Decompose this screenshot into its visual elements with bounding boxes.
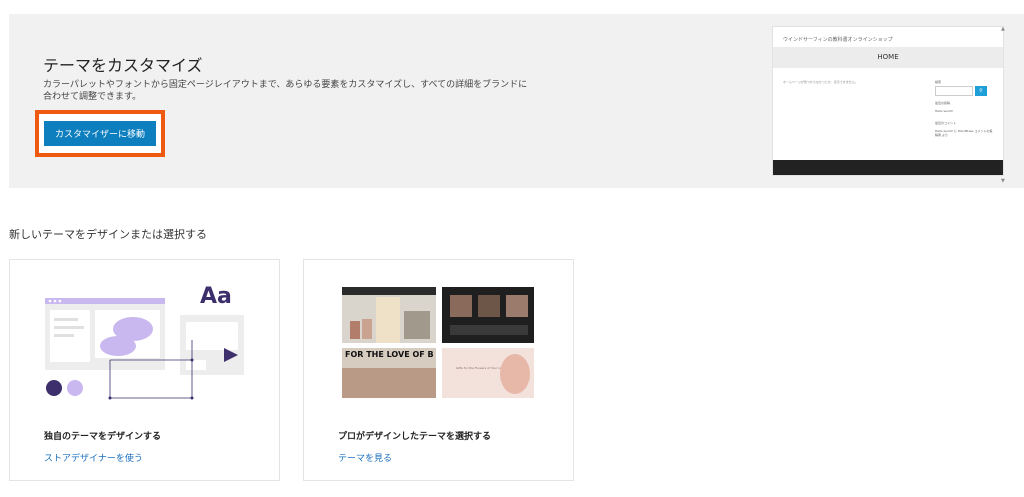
preview-site-title: ウインドサーフィンの教科書オンラインショップ (783, 37, 893, 43)
theme-thumbnail-1[interactable] (342, 287, 436, 343)
preview-footer (773, 160, 1003, 175)
thumbnail-3-heading: FOR THE LOVE OF B (345, 350, 434, 359)
page-title: テーマをカスタマイズ (43, 56, 203, 75)
theme-thumbnail-4[interactable]: Gifts for the Flowers of Your Life (442, 348, 534, 398)
preview-sidebar-comments: 最近のコメント (935, 121, 957, 125)
browser-bar (45, 298, 165, 304)
theme-preview[interactable]: ウインドサーフィンの教科書オンラインショップ HOME ホームページが見つからな… (772, 26, 1004, 176)
design-own-theme-card[interactable]: Aa 独自のテーマをデザインする ストアデザイナーを使う (9, 259, 280, 481)
card-title: 独自のテーマをデザインする (44, 432, 162, 442)
preview-sidebar-comment-item: Hello world! に WordPress コメントの投稿者 より (935, 129, 993, 137)
preview-menu-home: HOME (877, 53, 899, 61)
use-store-designer-link[interactable]: ストアデザイナーを使う (44, 451, 143, 464)
customize-description: カラーパレットやフォントから固定ページレイアウトまで、あらゆる要素をカスタマイズ… (43, 80, 528, 102)
scroll-up-icon[interactable]: ▲ (1001, 26, 1005, 32)
view-themes-link[interactable]: テーマを見る (338, 451, 392, 464)
preview-menu: HOME (773, 47, 1003, 68)
preview-sidebar-recent-item: Hello world! (935, 109, 954, 113)
scroll-down-icon[interactable]: ▼ (1001, 178, 1005, 184)
typography-aa-icon: Aa (200, 284, 232, 309)
go-to-customizer-button[interactable]: カスタマイザーに移動 (44, 121, 156, 146)
preview-content: ホームページが見つからなかったか、表示できません。 検索 ⚲ 最近の投稿 Hel… (773, 68, 1003, 160)
preview-scrollbar[interactable]: ▲ ▼ (1001, 26, 1007, 186)
preview-search-input (935, 86, 973, 96)
theme-thumbnail-2[interactable] (442, 287, 534, 343)
thumbnail-4-heading: Gifts for the Flowers of Your Life (456, 366, 504, 370)
choose-pro-theme-card[interactable]: FOR THE LOVE OF B Gifts for the Flowers … (303, 259, 574, 481)
preview-sidebar-search-label: 検索 (935, 80, 942, 84)
section-heading: 新しいテーマをデザインまたは選択する (9, 228, 207, 241)
preview-sidebar-recent: 最近の投稿 (935, 101, 951, 105)
search-icon: ⚲ (975, 86, 987, 96)
card-title: プロがデザインしたテーマを選択する (338, 432, 492, 442)
preview-post-text: ホームページが見つからなかったか、表示できません。 (783, 80, 858, 84)
theme-thumbnail-3[interactable]: FOR THE LOVE OF B (342, 348, 436, 398)
